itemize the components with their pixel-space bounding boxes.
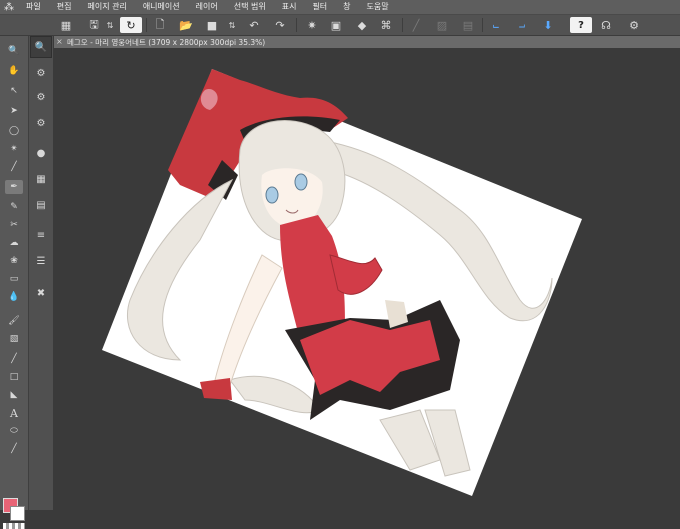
- operation-tool-icon[interactable]: ➤: [5, 104, 23, 118]
- clip-icon[interactable]: ↻: [120, 17, 142, 33]
- erase-icon[interactable]: ◆: [354, 17, 370, 33]
- color-wheel-icon[interactable]: ●: [32, 144, 50, 162]
- menu-window[interactable]: 창: [335, 0, 358, 14]
- document-title: 메그오 - 마리 영웅어네트 (3709 x 2800px 300dpi 35.…: [67, 37, 266, 47]
- menu-help[interactable]: 도움말: [359, 0, 397, 14]
- fill-tool-icon[interactable]: 🖌: [5, 314, 23, 328]
- layers-icon[interactable]: ☰: [32, 252, 50, 270]
- sub-tool-icon[interactable]: ⚙: [32, 64, 50, 82]
- menu-file[interactable]: 파일: [18, 0, 49, 14]
- left-eye: [265, 186, 279, 204]
- lasso-tool-icon[interactable]: ◯: [5, 124, 23, 138]
- gradient-tool-icon[interactable]: ▧: [5, 332, 23, 346]
- command-bar: ▦ 🖫 ⇅ ↻ 🗋 📂 ■ ⇅ ↶ ↷ ✷ ▣ ◆ ⌘ ╱ ▨ ▤ ⨽ ⨼ ⬇ …: [0, 15, 680, 36]
- decoration-icon[interactable]: ❀: [5, 254, 23, 268]
- brush-tool-icon[interactable]: ✂: [5, 218, 23, 232]
- separator: [482, 18, 483, 32]
- menu-animation[interactable]: 애니메이션: [135, 0, 188, 14]
- navigator-icon[interactable]: ✖: [32, 284, 50, 302]
- menu-page[interactable]: 페이지 관리: [79, 0, 134, 14]
- square-icon[interactable]: ■: [204, 17, 220, 33]
- eraser-tool-icon[interactable]: ▭: [5, 272, 23, 286]
- updown-icon[interactable]: ⇅: [224, 17, 240, 33]
- hand-tool-icon[interactable]: ✋: [5, 64, 23, 78]
- menu-edit[interactable]: 편집: [49, 0, 80, 14]
- frame-tool-icon[interactable]: □: [5, 370, 23, 384]
- fit-icon[interactable]: ▣: [328, 17, 344, 33]
- gear-icon[interactable]: ⚙: [626, 17, 642, 33]
- separator: [402, 18, 403, 32]
- right-eye: [294, 173, 308, 191]
- help-icon[interactable]: ?: [570, 17, 592, 33]
- zoom-icon[interactable]: 🔍: [30, 36, 52, 58]
- close-tab-icon[interactable]: ×: [56, 36, 64, 48]
- figure-tool-icon[interactable]: ╱: [5, 352, 23, 366]
- save-icon[interactable]: 🖫: [86, 17, 102, 33]
- menu-view[interactable]: 표시: [274, 0, 305, 14]
- open-folder-icon[interactable]: 📂: [178, 17, 194, 33]
- tool-property-icon[interactable]: ⚙: [32, 88, 50, 106]
- sub-tool-strip: 🔍 ⚙ ⚙ ⚙ ● ▦ ▤ ≡ ☰ ✖: [29, 36, 54, 510]
- menu-bar: ⁂ 파일 편집 페이지 관리 애니메이션 레이어 선택 범위 표시 필터 창 도…: [0, 0, 680, 15]
- sub-color-swatch[interactable]: [10, 506, 25, 521]
- pen-tool-icon[interactable]: ✒: [5, 180, 23, 194]
- airbrush-icon[interactable]: ☁: [5, 236, 23, 250]
- separator: [146, 18, 147, 32]
- transparent-color-swatch[interactable]: [3, 523, 25, 529]
- zoom-tool-icon[interactable]: 🔍: [5, 44, 23, 58]
- blue-ruler-icon[interactable]: ⨼: [514, 17, 530, 33]
- color-set-icon[interactable]: ▦: [32, 170, 50, 188]
- blend-tool-icon[interactable]: 💧: [5, 290, 23, 304]
- text-tool-icon[interactable]: A: [5, 406, 23, 420]
- undo-icon[interactable]: ↶: [246, 17, 262, 33]
- blue-arrow-icon[interactable]: ⬇: [540, 17, 556, 33]
- grid-icon[interactable]: ▦: [58, 17, 74, 33]
- menu-layer[interactable]: 레이어: [188, 0, 226, 14]
- select-tool-icon[interactable]: ↖: [5, 84, 23, 98]
- pencil-tool-icon[interactable]: ✎: [5, 200, 23, 214]
- dim-icon[interactable]: ▨: [434, 17, 450, 33]
- ruler-tool-icon[interactable]: ◣: [5, 388, 23, 402]
- crop-icon[interactable]: ⌘: [378, 17, 394, 33]
- layer-property-icon[interactable]: ≡: [32, 226, 50, 244]
- new-page-icon[interactable]: 🗋: [152, 17, 168, 33]
- intermediate-color-icon[interactable]: ▤: [32, 196, 50, 214]
- balloon-tool-icon[interactable]: ⬭: [5, 424, 23, 438]
- transform-icon[interactable]: ✷: [304, 17, 320, 33]
- tool-palette: 🔍 ✋ ↖ ➤ ◯ ✴ ╱ ✒ ✎ ✂ ☁ ❀ ▭ 💧 🖌 ▧ ╱ □ ◣ A …: [0, 36, 29, 529]
- document-tab[interactable]: 메그오 - 마리 영웅어네트 (3709 x 2800px 300dpi 35.…: [54, 36, 680, 48]
- redo-icon[interactable]: ↷: [272, 17, 288, 33]
- app-logo-icon[interactable]: ⁂: [0, 0, 18, 14]
- menu-selection[interactable]: 선택 범위: [226, 0, 274, 14]
- separator: [296, 18, 297, 32]
- headset-icon[interactable]: ☊: [598, 17, 614, 33]
- menu-filter[interactable]: 필터: [304, 0, 335, 14]
- brush-size-icon[interactable]: ⚙: [32, 114, 50, 132]
- updown-icon[interactable]: ⇅: [102, 17, 118, 33]
- dim-icon[interactable]: ╱: [408, 17, 424, 33]
- auto-select-icon[interactable]: ✴: [5, 142, 23, 156]
- eyedropper-icon[interactable]: ╱: [5, 160, 23, 174]
- ruler-icon[interactable]: ⨽: [488, 17, 504, 33]
- dim-icon[interactable]: ▤: [460, 17, 476, 33]
- canvas-svg: [102, 69, 582, 496]
- canvas-area[interactable]: [54, 48, 680, 510]
- correct-line-icon[interactable]: ╱: [5, 442, 23, 456]
